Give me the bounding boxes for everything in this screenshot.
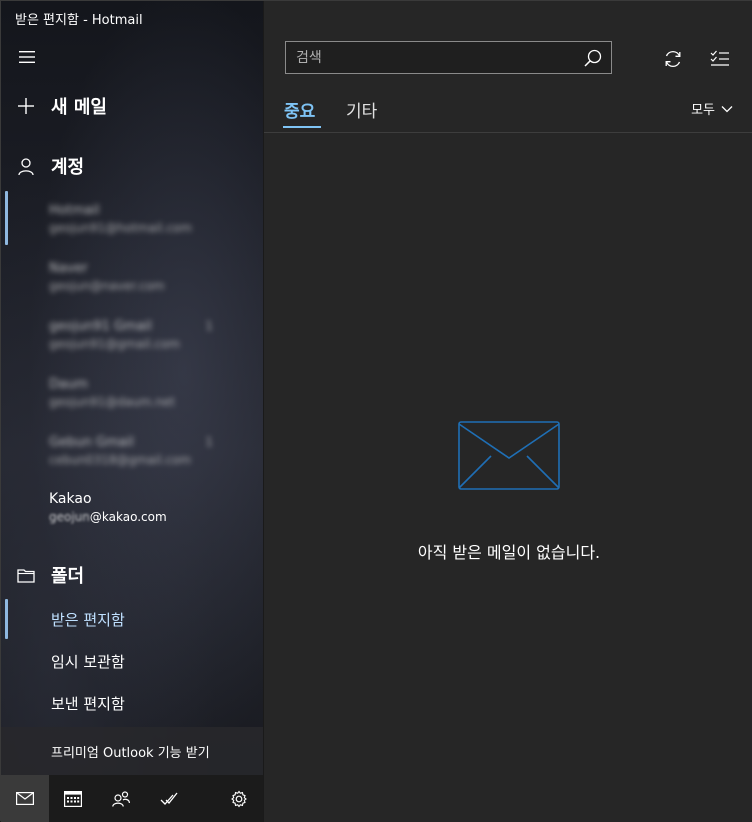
premium-outlook-button[interactable]: 프리미엄 Outlook 기능 받기 bbox=[1, 727, 263, 775]
unread-count: 1 bbox=[205, 319, 213, 333]
sync-button[interactable] bbox=[659, 45, 687, 73]
todo-icon bbox=[160, 792, 178, 805]
tab-other[interactable]: 기타 bbox=[346, 97, 377, 122]
calendar-nav-button[interactable] bbox=[49, 775, 97, 822]
new-mail-label: 새 메일 bbox=[51, 97, 107, 118]
search-box bbox=[285, 41, 612, 74]
account-name: Hotmail bbox=[49, 203, 100, 218]
sync-icon bbox=[665, 50, 681, 68]
account-email: geojun@kakao.com bbox=[49, 510, 249, 524]
premium-label: 프리미엄 Outlook 기능 받기 bbox=[51, 745, 210, 761]
message-list-pane: 중요 기타 모두 아직 받은 메일이 없습니다. bbox=[263, 1, 752, 822]
account-email: geojun91@hotmail.com bbox=[49, 221, 192, 235]
account-email: geojun91@gmail.com bbox=[49, 337, 180, 351]
filter-label: 모두 bbox=[691, 103, 715, 118]
account-name: Daum bbox=[49, 377, 88, 392]
account-item[interactable]: Daum geojun91@daum.net bbox=[49, 377, 249, 409]
window-title: 받은 편지함 - Hotmail bbox=[15, 13, 143, 28]
mail-nav-button[interactable] bbox=[1, 775, 49, 822]
accounts-header[interactable]: 계정 bbox=[1, 153, 263, 179]
empty-inbox-message: 아직 받은 메일이 없습니다. bbox=[417, 543, 601, 562]
chevron-down-icon bbox=[721, 105, 733, 112]
account-item[interactable]: Gebun Gmail cebun0318@gmail.com 1 bbox=[49, 435, 249, 467]
todo-nav-button[interactable] bbox=[145, 775, 193, 822]
folders-header[interactable]: 폴더 bbox=[1, 562, 263, 588]
account-item[interactable]: Naver geojun@naver.com bbox=[49, 261, 249, 293]
unread-count: 1 bbox=[205, 435, 213, 449]
sidebar: 받은 편지함 - Hotmail 새 메일 계정 Hotmail geojun9… bbox=[1, 1, 263, 822]
folder-drafts[interactable]: 임시 보관함 bbox=[51, 651, 125, 672]
header-divider bbox=[264, 132, 752, 133]
calendar-icon bbox=[64, 791, 82, 807]
people-nav-button[interactable] bbox=[97, 775, 145, 822]
account-item[interactable]: geojun91 Gmail geojun91@gmail.com 1 bbox=[49, 319, 249, 351]
mail-icon bbox=[16, 792, 34, 805]
search-icon bbox=[584, 49, 602, 67]
folder-icon bbox=[1, 568, 51, 583]
account-selection-indicator bbox=[5, 191, 8, 245]
filter-dropdown[interactable]: 모두 bbox=[691, 99, 733, 118]
account-name: geojun91 Gmail bbox=[49, 319, 152, 334]
account-name: Kakao bbox=[49, 491, 92, 507]
tab-focused-underline bbox=[283, 126, 321, 128]
account-email: geojun91@daum.net bbox=[49, 395, 175, 409]
checklist-icon bbox=[710, 50, 729, 66]
folders-heading: 폴더 bbox=[51, 566, 85, 587]
tab-focused[interactable]: 중요 bbox=[284, 97, 315, 122]
person-icon bbox=[1, 157, 51, 175]
settings-icon bbox=[231, 790, 247, 807]
people-icon bbox=[112, 790, 130, 807]
envelope-icon bbox=[458, 421, 560, 495]
account-name: Gebun Gmail bbox=[49, 435, 134, 450]
hamburger-menu-button[interactable] bbox=[11, 43, 43, 71]
folder-inbox[interactable]: 받은 편지함 bbox=[51, 609, 125, 630]
account-email-domain: @kakao.com bbox=[89, 510, 167, 524]
folder-selection-indicator bbox=[5, 599, 8, 639]
bottom-nav bbox=[1, 775, 263, 822]
search-input[interactable] bbox=[286, 48, 575, 67]
search-button[interactable] bbox=[575, 49, 611, 67]
settings-nav-button[interactable] bbox=[215, 775, 263, 822]
hamburger-icon bbox=[19, 51, 35, 63]
accounts-heading: 계정 bbox=[51, 157, 85, 178]
account-email-prefix: geojun bbox=[49, 510, 90, 524]
new-mail-button[interactable]: 새 메일 bbox=[1, 93, 263, 119]
account-email: cebun0318@gmail.com bbox=[49, 453, 192, 467]
mail-window: 받은 편지함 - Hotmail 새 메일 계정 Hotmail geojun9… bbox=[0, 0, 752, 822]
account-name: Naver bbox=[49, 261, 88, 276]
plus-icon bbox=[1, 98, 51, 114]
account-email: geojun@naver.com bbox=[49, 279, 165, 293]
account-item[interactable]: Hotmail geojun91@hotmail.com bbox=[49, 203, 249, 235]
account-item-kakao[interactable]: Kakao geojun@kakao.com bbox=[49, 491, 249, 524]
folder-sent[interactable]: 보낸 편지함 bbox=[51, 693, 125, 714]
selection-mode-button[interactable] bbox=[706, 45, 734, 73]
